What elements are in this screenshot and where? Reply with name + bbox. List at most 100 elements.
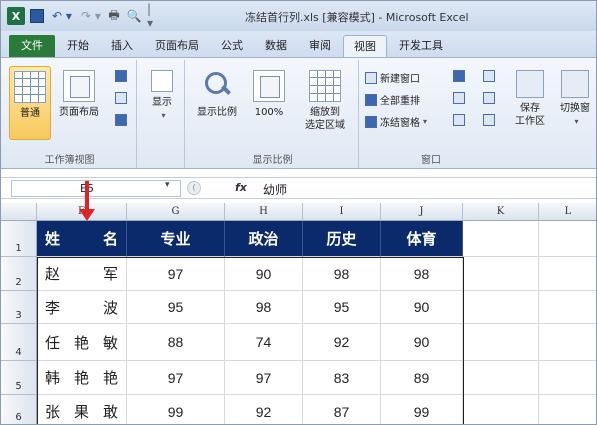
zoom-button[interactable]: 显示比例: [191, 70, 243, 119]
table-header-politics[interactable]: 政治: [225, 221, 303, 257]
empty-cell[interactable]: [539, 361, 596, 395]
table-cell[interactable]: 95: [303, 291, 381, 324]
empty-cell[interactable]: [463, 221, 539, 257]
save-icon[interactable]: [29, 7, 45, 25]
zoom-to-selection-button[interactable]: 缩放到 选定区域: [295, 70, 355, 132]
tab-insert[interactable]: 插入: [101, 35, 143, 57]
name-box-chevron-icon[interactable]: ▾: [165, 180, 170, 190]
table-cell[interactable]: 83: [303, 361, 381, 395]
normal-view-button[interactable]: 普通: [9, 66, 51, 140]
table-cell[interactable]: 99: [381, 395, 463, 424]
zoom-to-selection-label-1: 缩放到: [310, 107, 340, 118]
name-cell[interactable]: 赵 军: [37, 257, 127, 291]
switch-windows-button[interactable]: 切换窗 ▾: [555, 70, 595, 128]
table-cell[interactable]: 88: [127, 324, 225, 361]
column-header-h[interactable]: H: [225, 203, 303, 221]
tab-formulas[interactable]: 公式: [211, 35, 253, 57]
page-layout-label: 页面布局: [59, 107, 99, 118]
table-header-pe[interactable]: 体育: [381, 221, 463, 257]
row-header-1[interactable]: 1: [1, 221, 37, 257]
table-cell[interactable]: 92: [303, 324, 381, 361]
excel-app-icon[interactable]: X: [7, 7, 25, 25]
table-cell[interactable]: 92: [225, 395, 303, 424]
select-all-corner[interactable]: [1, 203, 37, 221]
row-header-2[interactable]: 2: [1, 257, 37, 291]
print-preview-icon[interactable]: 🔍: [125, 7, 143, 25]
freeze-panes-button[interactable]: 冻结窗格 ▾: [365, 114, 427, 129]
table-cell[interactable]: 98: [303, 257, 381, 291]
name-box[interactable]: E5: [11, 180, 181, 197]
empty-cell[interactable]: [539, 257, 596, 291]
insert-function-icon[interactable]: fx: [235, 181, 247, 194]
full-screen-icon[interactable]: [115, 114, 127, 126]
table-cell[interactable]: 99: [127, 395, 225, 424]
table-cell[interactable]: 98: [381, 257, 463, 291]
empty-cell[interactable]: [539, 291, 596, 324]
print-icon[interactable]: 🖶: [105, 7, 123, 25]
table-cell[interactable]: 97: [225, 361, 303, 395]
table-cell[interactable]: 89: [381, 361, 463, 395]
tab-data[interactable]: 数据: [255, 35, 297, 57]
unhide-icon[interactable]: [453, 114, 465, 126]
name-cell[interactable]: 韩 艳 艳: [37, 361, 127, 395]
customize-toolbar-icon[interactable]: |▾: [147, 2, 157, 30]
sync-scroll-icon[interactable]: [483, 92, 495, 104]
column-header-j[interactable]: J: [381, 203, 463, 221]
empty-cell[interactable]: [463, 361, 539, 395]
table-header-major[interactable]: 专业: [127, 221, 225, 257]
custom-views-icon[interactable]: [115, 92, 127, 104]
tab-page-layout[interactable]: 页面布局: [145, 35, 209, 57]
table-header-name[interactable]: 姓 名: [37, 221, 127, 257]
name-cell[interactable]: 李 波: [37, 291, 127, 324]
empty-cell[interactable]: [463, 257, 539, 291]
row-header-4[interactable]: 4: [1, 324, 37, 361]
table-cell[interactable]: 97: [127, 257, 225, 291]
reset-position-icon[interactable]: [483, 114, 495, 126]
empty-cell[interactable]: [463, 324, 539, 361]
column-header-g[interactable]: G: [127, 203, 225, 221]
table-cell[interactable]: 95: [127, 291, 225, 324]
table-cell[interactable]: 87: [303, 395, 381, 424]
column-header-l[interactable]: L: [539, 203, 596, 221]
show-button[interactable]: 显示 ▾: [143, 70, 181, 122]
row-header-3[interactable]: 3: [1, 291, 37, 324]
zoom-100-button[interactable]: 100%: [247, 70, 291, 119]
formula-input[interactable]: 幼师: [263, 181, 287, 198]
page-break-preview-icon[interactable]: [115, 70, 127, 82]
table-cell[interactable]: 90: [381, 324, 463, 361]
tab-home[interactable]: 开始: [57, 35, 99, 57]
save-workspace-button[interactable]: 保存 工作区: [511, 70, 549, 128]
column-header-k[interactable]: K: [463, 203, 539, 221]
table-cell[interactable]: 97: [127, 361, 225, 395]
formula-cancel-icon[interactable]: (: [187, 181, 201, 195]
table-cell[interactable]: 90: [225, 257, 303, 291]
name-cell[interactable]: 任 艳 敏: [37, 324, 127, 361]
column-header-i[interactable]: I: [303, 203, 381, 221]
empty-cell[interactable]: [463, 395, 539, 424]
tab-review[interactable]: 审阅: [299, 35, 341, 57]
undo-icon[interactable]: ↶ ▾: [49, 7, 75, 25]
table-cell[interactable]: 90: [381, 291, 463, 324]
zoom-100-icon: [253, 70, 285, 102]
empty-cell[interactable]: [539, 324, 596, 361]
empty-cell[interactable]: [539, 221, 596, 257]
table-cell[interactable]: 74: [225, 324, 303, 361]
empty-cell[interactable]: [463, 291, 539, 324]
view-side-by-side-icon[interactable]: [483, 70, 495, 82]
tab-developer[interactable]: 开发工具: [389, 35, 453, 57]
arrange-all-button[interactable]: 全部重排: [365, 92, 420, 107]
split-icon[interactable]: [453, 70, 465, 82]
tab-view[interactable]: 视图: [343, 35, 387, 57]
page-layout-view-button[interactable]: 页面布局: [57, 70, 101, 119]
name-cell[interactable]: 张 果 敢: [37, 395, 127, 424]
table-header-history[interactable]: 历史: [303, 221, 381, 257]
redo-icon[interactable]: ↷ ▾: [79, 7, 103, 25]
tab-file[interactable]: 文件: [9, 35, 55, 57]
row-header-5[interactable]: 5: [1, 361, 37, 395]
empty-cell[interactable]: [539, 395, 596, 424]
hide-icon[interactable]: [453, 92, 465, 104]
excel-window: X ↶ ▾ ↷ ▾ 🖶 🔍 |▾ 冻结首行列.xls [兼容模式] - Micr…: [0, 0, 597, 425]
new-window-button[interactable]: 新建窗口: [365, 70, 420, 85]
table-cell[interactable]: 98: [225, 291, 303, 324]
row-header-6[interactable]: 6: [1, 395, 37, 424]
